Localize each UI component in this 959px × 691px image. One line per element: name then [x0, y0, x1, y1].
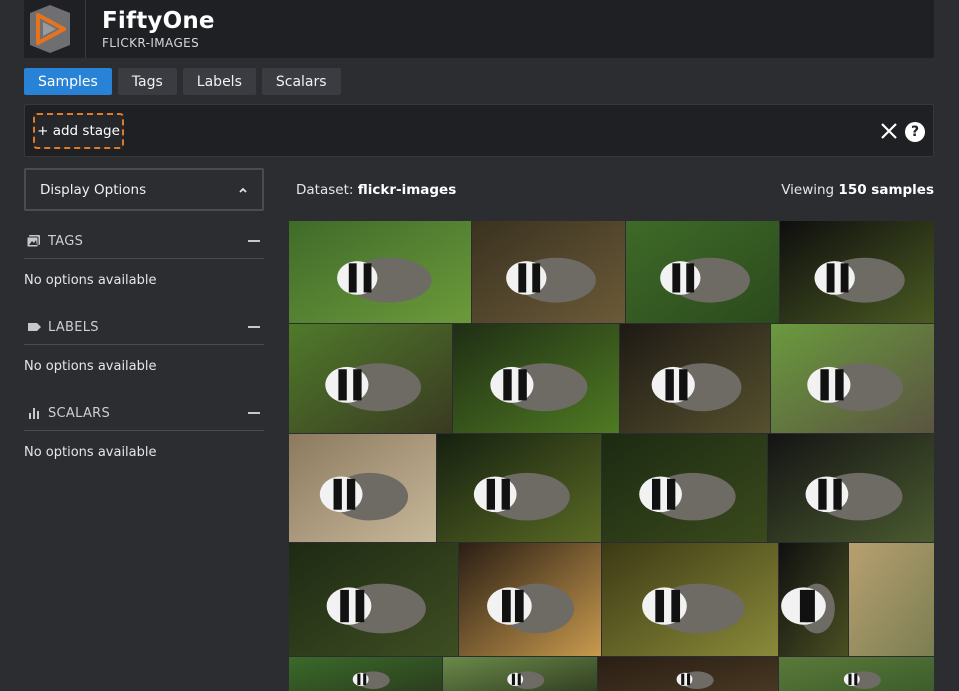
- scalars-section-title: SCALARS: [48, 405, 111, 421]
- sample-grid: [289, 221, 934, 691]
- sample-thumbnail[interactable]: [771, 324, 934, 433]
- dataset-name: flickr-images: [357, 182, 457, 198]
- tags-section-title: TAGS: [48, 233, 84, 249]
- fiftyone-logo-icon: [30, 5, 70, 53]
- display-options-label: Display Options: [40, 181, 147, 198]
- app-header: FiftyOne FLICKR-IMAGES: [24, 0, 934, 58]
- badger-photo: [459, 543, 601, 656]
- sample-thumbnail[interactable]: [768, 434, 934, 542]
- dataset-subtitle: FLICKR-IMAGES: [102, 36, 200, 50]
- labels-empty-text: No options available: [24, 359, 157, 374]
- sample-thumbnail[interactable]: [289, 657, 442, 691]
- badger-photo: [771, 324, 934, 433]
- dataset-prefix: Dataset:: [296, 182, 354, 198]
- view-tabs: Samples Tags Labels Scalars: [24, 68, 341, 95]
- scalars-section-header[interactable]: SCALARS: [24, 396, 264, 431]
- tab-scalars[interactable]: Scalars: [261, 68, 341, 95]
- chevron-up-icon: [239, 187, 247, 193]
- sample-thumbnail[interactable]: [443, 657, 597, 691]
- scalars-empty-text: No options available: [24, 445, 157, 460]
- tags-section: TAGS No options available: [24, 224, 264, 288]
- tags-empty-text: No options available: [24, 273, 157, 288]
- display-options-toggle[interactable]: Display Options: [24, 168, 264, 211]
- sample-thumbnail[interactable]: [602, 543, 778, 656]
- sample-thumbnail[interactable]: [626, 221, 779, 323]
- badger-photo: [289, 221, 471, 323]
- collapse-tags-icon[interactable]: [248, 240, 260, 242]
- badger-photo: [598, 657, 778, 691]
- sample-thumbnail[interactable]: [598, 657, 778, 691]
- badger-photo: [602, 543, 778, 656]
- collapse-scalars-icon[interactable]: [248, 412, 260, 414]
- badger-photo: [289, 657, 442, 691]
- close-icon[interactable]: [880, 122, 898, 140]
- badger-photo: [626, 221, 779, 323]
- fiftyone-logo[interactable]: [24, 0, 86, 58]
- badger-photo: [780, 221, 934, 323]
- viewing-prefix: Viewing: [781, 182, 835, 198]
- badger-photo: [289, 543, 458, 656]
- badger-photo: [453, 324, 619, 433]
- badger-photo: [472, 221, 625, 323]
- viewing-count-label: Viewing 150 samples: [781, 182, 934, 198]
- sample-thumbnail[interactable]: [779, 543, 848, 656]
- bar-chart-icon: [29, 408, 39, 419]
- badger-photo: [779, 657, 934, 691]
- badger-photo: [602, 434, 767, 542]
- sample-thumbnail[interactable]: [453, 324, 619, 433]
- labels-section: LABELS No options available: [24, 310, 264, 374]
- add-stage-button[interactable]: + add stage: [33, 113, 124, 149]
- sample-thumbnail[interactable]: [289, 434, 436, 542]
- dataset-name-label: Dataset: flickr-images: [296, 182, 456, 198]
- sample-thumbnail[interactable]: [459, 543, 601, 656]
- labels-section-title: LABELS: [48, 319, 99, 335]
- badger-photo: [768, 434, 934, 542]
- tab-labels[interactable]: Labels: [182, 68, 256, 95]
- tab-tags[interactable]: Tags: [117, 68, 177, 95]
- viewing-count: 150 samples: [838, 182, 934, 198]
- scalars-section: SCALARS No options available: [24, 396, 264, 460]
- label-icon: [28, 323, 41, 331]
- badger-photo: [289, 324, 452, 433]
- sample-thumbnail[interactable]: [289, 221, 471, 323]
- image-tag-icon: [26, 235, 40, 248]
- tab-samples[interactable]: Samples: [24, 68, 112, 95]
- sample-thumbnail[interactable]: [289, 324, 452, 433]
- tags-section-header[interactable]: TAGS: [24, 224, 264, 259]
- view-stage-bar: + add stage ?: [24, 104, 934, 157]
- badger-photo: [289, 434, 436, 542]
- sample-thumbnail[interactable]: [779, 657, 934, 691]
- collapse-labels-icon[interactable]: [248, 326, 260, 328]
- sample-thumbnail[interactable]: [472, 221, 625, 323]
- badger-photo: [779, 543, 848, 656]
- badger-photo: [443, 657, 597, 691]
- badger-photo: [849, 543, 934, 656]
- badger-photo: [437, 434, 601, 542]
- labels-section-header[interactable]: LABELS: [24, 310, 264, 345]
- sample-thumbnail[interactable]: [620, 324, 770, 433]
- sample-thumbnail[interactable]: [849, 543, 934, 656]
- badger-photo: [620, 324, 770, 433]
- sample-thumbnail[interactable]: [289, 543, 458, 656]
- help-icon[interactable]: ?: [905, 122, 925, 142]
- sample-thumbnail[interactable]: [602, 434, 767, 542]
- sample-thumbnail[interactable]: [437, 434, 601, 542]
- sample-thumbnail[interactable]: [780, 221, 934, 323]
- app-title: FiftyOne: [102, 8, 215, 34]
